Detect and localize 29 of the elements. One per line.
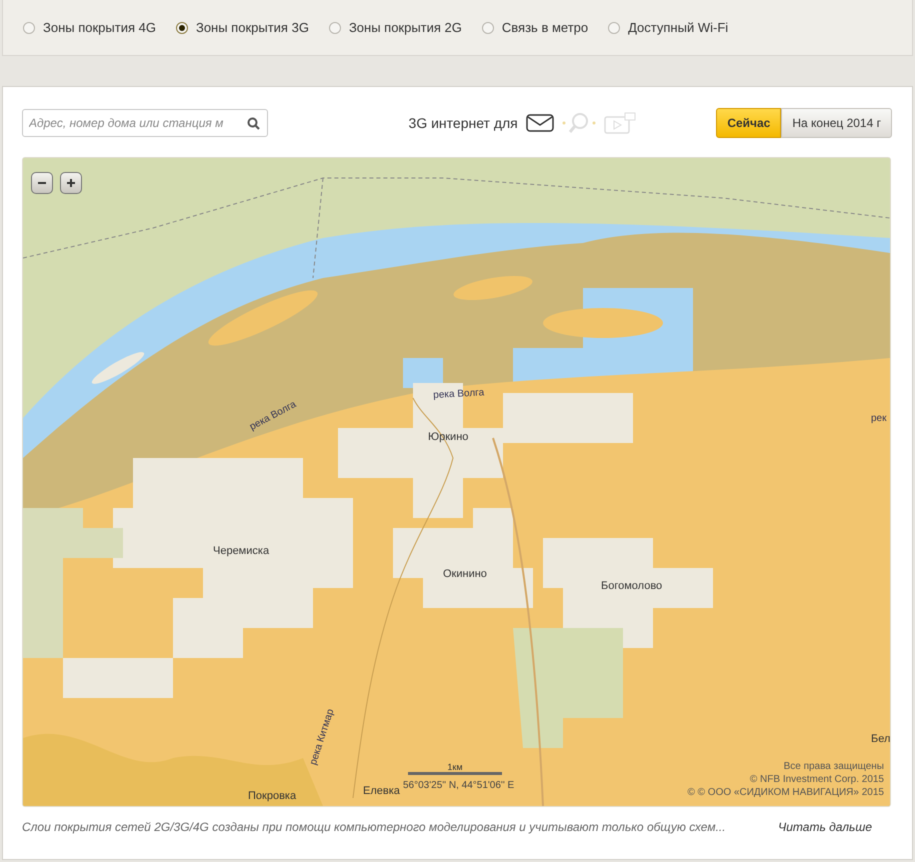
layer-radio[interactable]: Зоны покрытия 3G [176, 20, 309, 35]
place-label: Бел [871, 733, 890, 745]
search-icon[interactable] [247, 117, 260, 130]
layer-radio[interactable]: Зоны покрытия 4G [23, 20, 156, 35]
usage-label: 3G интернет для [408, 115, 518, 131]
period-tab[interactable]: На конец 2014 г [781, 108, 892, 138]
read-more-link[interactable]: Читать дальше [778, 820, 872, 834]
copyright-text: Все права защищены [784, 761, 884, 772]
place-label: Богомолово [601, 580, 662, 592]
river-label: река Волга [433, 387, 484, 401]
layer-radio[interactable]: Связь в метро [482, 20, 588, 35]
copyright-text: © NFB Investment Corp. 2015 [750, 774, 884, 785]
scale-bar: 1км [408, 762, 502, 775]
place-label: Покровка [248, 790, 296, 802]
envelope-icon[interactable] [526, 114, 554, 132]
zoom-out-button[interactable] [31, 172, 53, 194]
river-label: рек [871, 413, 886, 424]
coordinates: 56°03'25'' N, 44°51'06'' E [403, 780, 514, 791]
footnote: Слои покрытия сетей 2G/3G/4G созданы при помощи компьютерного моделирования и учитывают только общую схем... [22, 820, 726, 834]
copyright-text: © © ООО «СИДИКОМ НАВИГАЦИЯ» 2015 [688, 787, 884, 798]
zoom-in-button[interactable] [60, 172, 82, 194]
place-label: Черемиска [213, 545, 270, 557]
plus-icon [66, 178, 76, 188]
layer-radio[interactable]: Зоны покрытия 2G [328, 20, 462, 35]
place-label: Елевка [363, 785, 400, 797]
layer-radio[interactable]: Доступный Wi-Fi [608, 20, 728, 35]
period-tab[interactable]: Сейчас [716, 108, 782, 138]
place-label: Окинино [443, 568, 487, 580]
river-label: река Волга [248, 399, 298, 433]
